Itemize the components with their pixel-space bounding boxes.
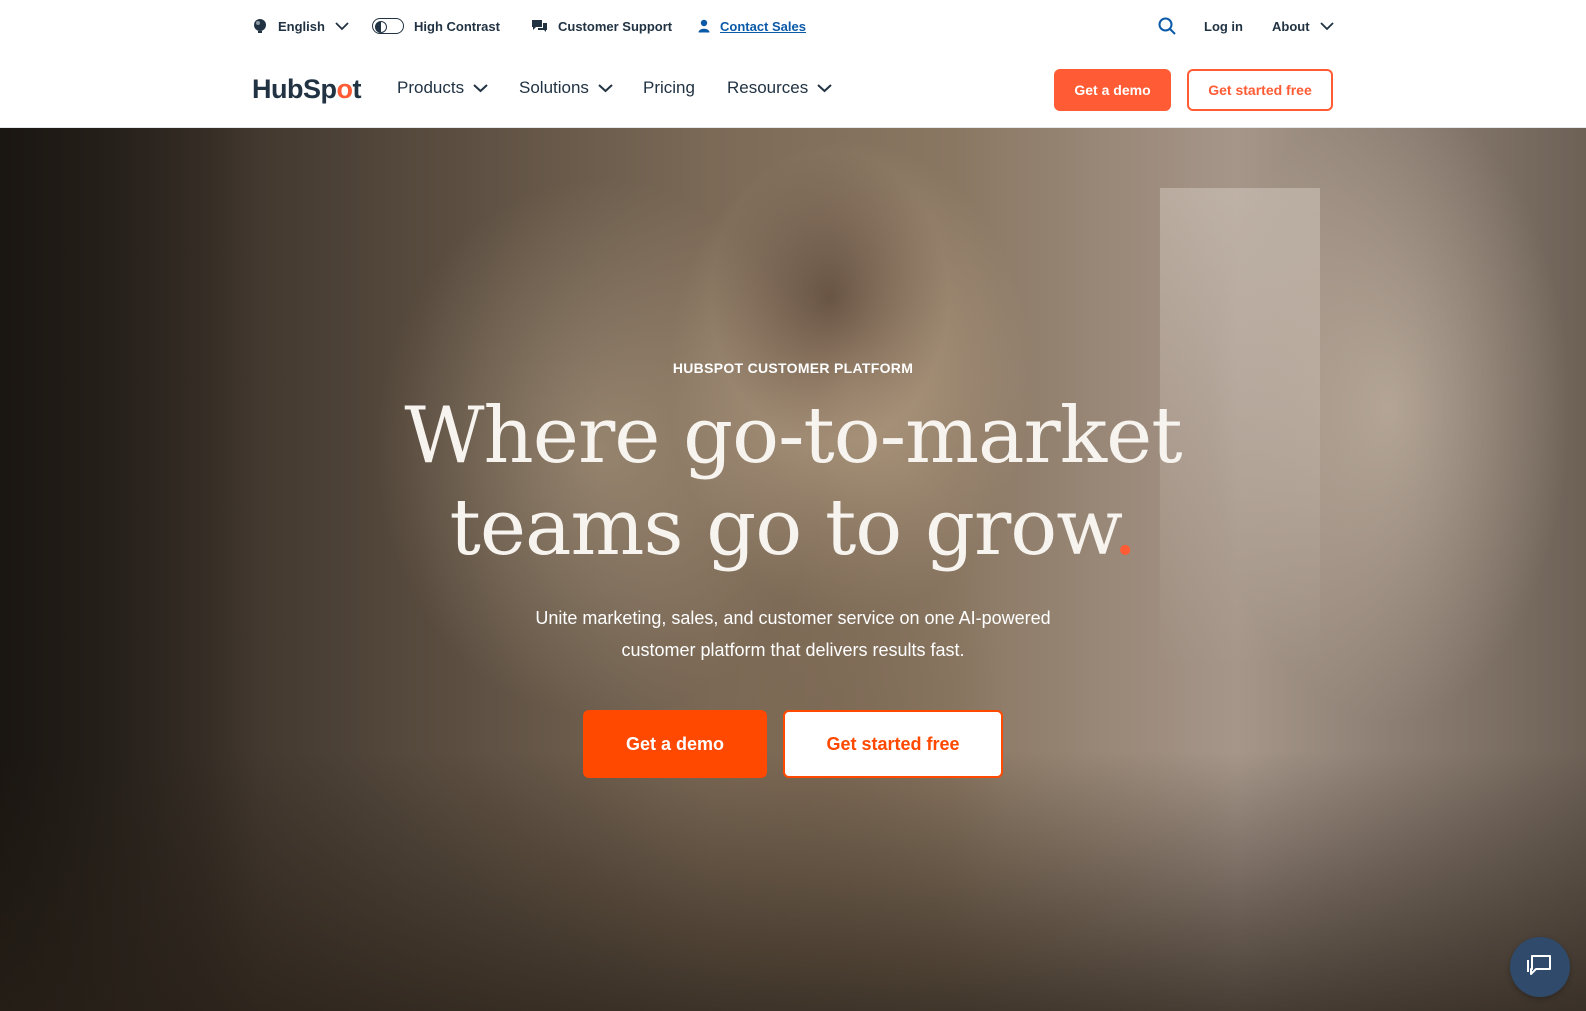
nav-solutions[interactable]: Solutions bbox=[519, 78, 613, 98]
customer-support-label: Customer Support bbox=[558, 18, 673, 34]
hero-section: HUBSPOT CUSTOMER PLATFORM Where go-to-ma… bbox=[0, 128, 1586, 1011]
logo-text-tail: t bbox=[352, 74, 362, 104]
hero-subheadline-line2: customer platform that delivers results … bbox=[621, 640, 965, 660]
nav-products[interactable]: Products bbox=[397, 78, 488, 98]
hero-subheadline-line1: Unite marketing, sales, and customer ser… bbox=[535, 608, 1051, 628]
nav-products-label: Products bbox=[397, 78, 465, 97]
get-demo-button[interactable]: Get a demo bbox=[1054, 69, 1171, 111]
get-started-free-button[interactable]: Get started free bbox=[1187, 69, 1333, 111]
hero-shade-bottom bbox=[0, 751, 1586, 1011]
login-label[interactable]: Log in bbox=[1204, 19, 1243, 34]
contact-sales-label[interactable]: Contact Sales bbox=[720, 19, 806, 34]
utility-bar: English High Contrast Customer Support C… bbox=[0, 0, 1586, 52]
high-contrast-label: High Contrast bbox=[414, 18, 500, 34]
logo-text-hub: HubSp bbox=[252, 74, 337, 104]
chat-widget-icon bbox=[1526, 952, 1554, 983]
search-icon[interactable] bbox=[1158, 17, 1176, 35]
hero-headline-line2-wrap: teams go to grow. bbox=[0, 482, 1586, 574]
nav-solutions-label: Solutions bbox=[519, 78, 589, 97]
hero-headline: Where go-to-market teams go to grow. bbox=[0, 390, 1586, 574]
nav-resources-label: Resources bbox=[727, 78, 809, 97]
contact-sales-link[interactable]: Contact Sales bbox=[698, 14, 806, 38]
hubspot-logo[interactable]: HubSp o t bbox=[252, 74, 361, 105]
logo-sprocket: o bbox=[336, 74, 354, 104]
chevron-down-icon bbox=[1319, 21, 1334, 31]
person-icon bbox=[698, 19, 710, 33]
toggle-icon[interactable] bbox=[372, 18, 404, 34]
chevron-down-icon bbox=[335, 21, 349, 31]
login-link[interactable]: Log in bbox=[1204, 14, 1243, 38]
nav-pricing[interactable]: Pricing bbox=[643, 78, 695, 98]
globe-icon bbox=[252, 18, 268, 34]
high-contrast-toggle[interactable]: High Contrast bbox=[372, 14, 500, 38]
main-navigation: HubSp o t Products Solutions Pricing Resou… bbox=[0, 52, 1586, 128]
hero-headline-line2: teams go to grow bbox=[449, 483, 1113, 573]
hero-get-demo-button[interactable]: Get a demo bbox=[583, 710, 767, 778]
nav-pricing-label: Pricing bbox=[643, 78, 695, 97]
hero-headline-dot: . bbox=[1112, 483, 1138, 573]
hero-headline-line1: Where go-to-market bbox=[404, 391, 1182, 481]
hero-get-started-free-button[interactable]: Get started free bbox=[783, 710, 1003, 778]
about-label: About bbox=[1272, 18, 1310, 34]
customer-support-link[interactable]: Customer Support bbox=[531, 14, 672, 38]
chevron-down-icon bbox=[473, 78, 488, 98]
chat-widget-button[interactable] bbox=[1510, 937, 1570, 997]
hero-subheadline: Unite marketing, sales, and customer ser… bbox=[0, 602, 1586, 666]
nav-resources[interactable]: Resources bbox=[727, 78, 832, 98]
search-button[interactable] bbox=[1158, 14, 1176, 38]
language-label: English bbox=[278, 18, 325, 34]
about-menu[interactable]: About bbox=[1272, 14, 1334, 38]
hero-eyebrow: HUBSPOT CUSTOMER PLATFORM bbox=[672, 360, 914, 376]
language-selector[interactable]: English bbox=[252, 14, 349, 38]
chevron-down-icon bbox=[598, 78, 613, 98]
chat-bubbles-icon bbox=[531, 19, 548, 33]
chevron-down-icon bbox=[817, 78, 832, 98]
